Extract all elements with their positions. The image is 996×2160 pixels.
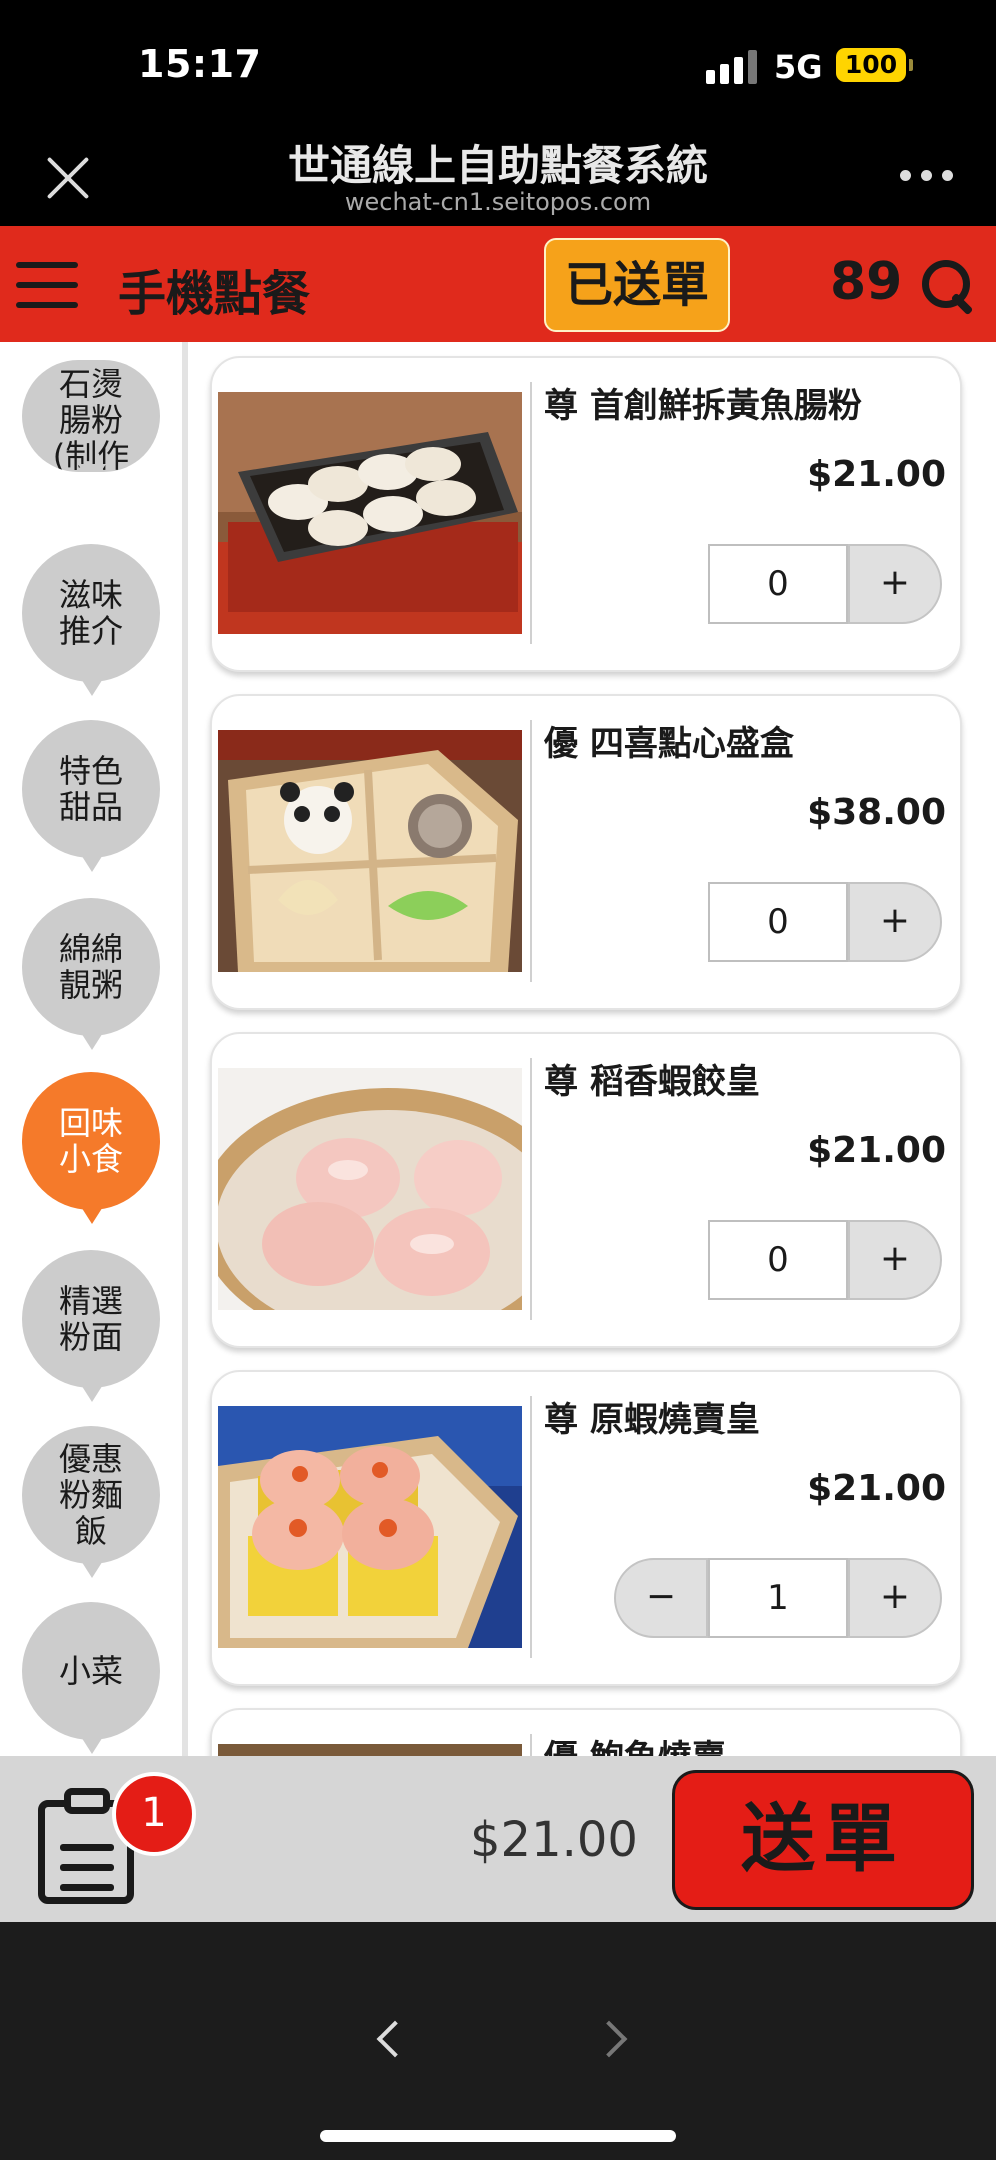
product-card[interactable]: 優 鮑魚燒賣 [210,1708,962,1756]
card-separator [530,1058,532,1320]
product-price: $21.00 [807,454,946,495]
quantity-stepper: − 1 + [614,1558,942,1638]
card-separator [530,1734,532,1756]
product-card[interactable]: 優 四喜點心盛盒 $38.00 0 + [210,694,962,1010]
sent-orders-button[interactable]: 已送單 [544,238,730,332]
product-price: $21.00 [807,1130,946,1171]
quantity-stepper: 0 + [708,1220,942,1300]
category-label: 回味小食 [58,1104,123,1178]
back-arrow-icon[interactable] [368,2016,408,2056]
status-bar: 15:17 5G 100 [0,0,996,118]
product-card[interactable]: 尊 首創鮮拆黃魚腸粉 $21.00 0 + [210,356,962,672]
cart-bar: 1 $21.00 送單 [0,1756,996,1922]
product-name: 優 四喜點心盛盒 [544,724,794,764]
quantity-field[interactable]: 0 [708,544,848,624]
product-card[interactable]: 尊 原蝦燒賣皇 $21.00 − 1 + [210,1370,962,1686]
quantity-field[interactable]: 0 [708,882,848,962]
quantity-stepper: 0 + [708,882,942,962]
more-options-icon[interactable] [900,170,954,186]
category-label: 特色甜品 [58,752,123,826]
category-item[interactable]: 特色甜品 [22,720,160,872]
category-item-active[interactable]: 回味小食 [22,1072,160,1224]
add-button[interactable]: + [848,544,942,624]
product-name: 優 鮑魚燒賣 [544,1730,726,1756]
phone-screen: 15:17 5G 100 世通線上自助點餐系統 wechat-cn1.seito… [0,0,996,2160]
category-sidebar: 石燙腸粉(制作要20-25分) 滋味推介 特色甜品 綿綿靚粥 回味小食 精選粉面… [0,342,184,1756]
browser-title-bar: 世通線上自助點餐系統 wechat-cn1.seitopos.com [0,118,996,226]
submit-order-button[interactable]: 送單 [672,1770,974,1910]
page-url: wechat-cn1.seitopos.com [344,188,652,216]
status-time: 15:17 [138,42,262,86]
quantity-field[interactable]: 1 [708,1558,848,1638]
cart-count-badge: 1 [112,1772,196,1856]
add-button[interactable]: + [848,1558,942,1638]
product-list: 尊 首創鮮拆黃魚腸粉 $21.00 0 + 優 四喜點心盛盒 $38.00 0 … [188,342,996,1756]
product-image [218,1068,522,1310]
category-label: 滋味推介 [58,576,123,650]
menu-icon[interactable] [16,260,78,310]
forward-arrow-icon[interactable] [596,2016,636,2056]
product-price: $38.00 [807,792,946,833]
signal-icon [706,50,760,84]
category-item[interactable]: 滋味推介 [22,544,160,696]
card-separator [530,720,532,982]
product-image [218,1406,522,1648]
product-name: 尊 首創鮮拆黃魚腸粉 [544,386,862,426]
quantity-field[interactable]: 0 [708,1220,848,1300]
home-indicator[interactable] [320,2130,676,2142]
battery-icon: 100 [836,48,913,82]
card-separator [530,1396,532,1658]
product-image [218,1744,522,1756]
browser-nav-bar [0,1922,996,2160]
category-item[interactable]: 小菜 [22,1602,160,1754]
product-price: $21.00 [807,1468,946,1509]
product-image [218,392,522,634]
product-name: 尊 原蝦燒賣皇 [544,1400,760,1440]
product-card[interactable]: 尊 稻香蝦餃皇 $21.00 0 + [210,1032,962,1348]
category-label: 石燙腸粉(制作要20-25分) [52,365,130,472]
remove-button[interactable]: − [614,1558,708,1638]
quantity-stepper: 0 + [708,544,942,624]
category-item[interactable]: 優惠粉麵飯 [22,1426,160,1578]
product-image [218,730,522,972]
search-icon[interactable] [920,258,976,314]
product-name: 尊 稻香蝦餃皇 [544,1062,760,1102]
table-number: 89 [830,252,903,312]
category-item[interactable]: 石燙腸粉(制作要20-25分) [22,360,160,472]
card-separator [530,382,532,644]
cart-total: $21.00 [470,1812,638,1868]
category-label: 優惠粉麵飯 [58,1440,123,1550]
category-label: 小菜 [58,1652,123,1690]
category-item[interactable]: 精選粉面 [22,1250,160,1402]
app-header: 手機點餐 已送單 89 [0,226,996,342]
category-label: 綿綿靚粥 [58,930,123,1004]
add-button[interactable]: + [848,1220,942,1300]
add-button[interactable]: + [848,882,942,962]
app-title: 手機點餐 [118,266,311,322]
category-item[interactable]: 綿綿靚粥 [22,898,160,1050]
network-type: 5G [774,48,823,86]
category-label: 精選粉面 [58,1282,123,1356]
page-title: 世通線上自助點餐系統 [287,141,708,190]
